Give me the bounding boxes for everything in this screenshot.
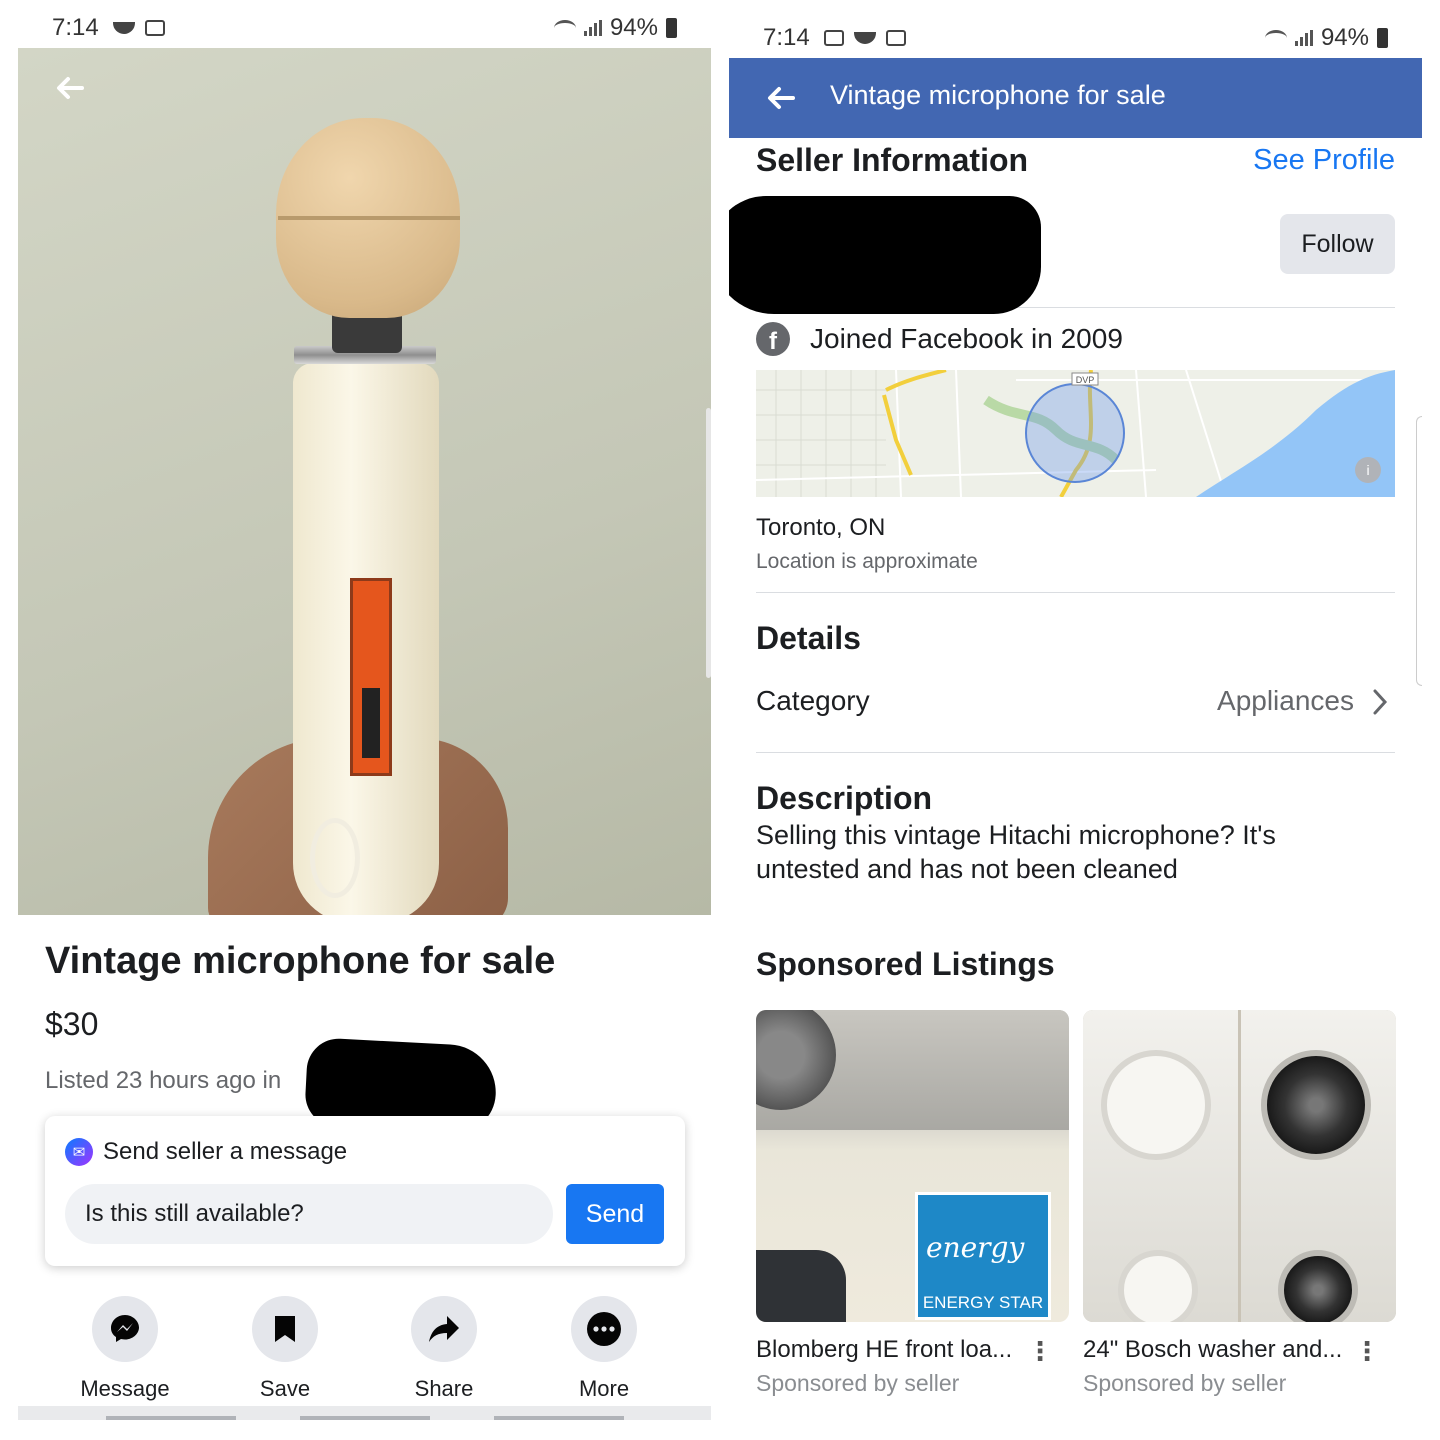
wifi-icon [553,20,576,36]
location-note: Location is approximate [756,550,978,573]
sponsored-item-name: 24" Bosch washer and... [1083,1336,1343,1363]
see-profile-link[interactable]: See Profile [1253,144,1395,177]
listing-title: Vintage microphone for sale [45,940,556,982]
action-label: Share [414,1376,474,1401]
sponsored-item-name: Blomberg HE front loa... [756,1336,1013,1363]
notification-icons [112,20,165,36]
action-label: Save [259,1376,311,1401]
wifi-icon [1264,30,1287,46]
back-arrow-icon[interactable] [54,72,86,104]
bowl-icon [853,32,876,44]
ge-icon [885,30,906,46]
washer-photo: energy ENERGY STAR [756,1010,1069,1322]
facebook-icon: f [756,322,790,356]
washer-drum [1278,1250,1358,1322]
mic-switch-knob [362,688,380,758]
signal-icon [1294,30,1313,46]
image-icon [823,30,844,46]
dryer-door [1101,1050,1211,1160]
share-button[interactable]: Share [374,1296,514,1402]
message-card-header: ✉ Send seller a message [65,1138,347,1166]
sponsored-heading: Sponsored Listings [756,946,1055,982]
message-input[interactable] [65,1184,553,1244]
category-label: Category [756,685,870,716]
app-bar: Vintage microphone for sale [729,58,1422,138]
message-seller-card: ✉ Send seller a message Send [45,1116,685,1266]
divider [756,592,1395,593]
map-graphic: DVP i [756,370,1395,497]
description-heading: Description [756,780,933,816]
more-button[interactable]: More [534,1296,674,1402]
description-text: Selling this vintage Hitachi microphone?… [756,820,1276,884]
battery-icon [666,18,677,38]
messenger-icon: ✉ [65,1138,93,1166]
seller-heading: Seller Information [756,142,1029,178]
messenger-icon [92,1296,158,1362]
battery-percent: 94% [609,14,658,41]
tab-strip [18,1406,711,1420]
scroll-handle[interactable] [1416,416,1422,686]
send-button[interactable]: Send [566,1184,664,1244]
status-time: 7:14 [763,24,810,51]
sponsored-item-sub: Sponsored by seller [1083,1370,1287,1396]
redaction-mark [729,196,1041,314]
bookmark-icon [252,1296,318,1362]
share-icon [411,1296,477,1362]
action-label: More [578,1376,630,1401]
more-icon [571,1296,637,1362]
washer-dryer-photo [1083,1010,1396,1322]
energy-star-label: ENERGY STAR [922,1293,1044,1312]
ge-icon [144,20,165,36]
details-heading: Details [756,620,861,656]
washer-door-corner [756,1250,846,1322]
listing-screen: 7:14 94% Vintage microphone for sale $30… [18,0,711,1440]
sponsored-card[interactable]: 24" Bosch washer and... Sponsored by sel… [1083,1010,1396,1397]
scrollbar[interactable] [706,408,711,678]
dryer-drum [1261,1050,1371,1160]
energy-star-badge: energy ENERGY STAR [915,1192,1051,1320]
signal-icon [583,20,602,36]
listed-time: Listed 23 hours ago in [45,1067,282,1094]
battery-icon [1377,28,1388,48]
listing-photo[interactable] [18,48,711,915]
divider [756,752,1395,753]
washer-door [1118,1250,1198,1322]
mic-cord [310,818,360,898]
save-button[interactable]: Save [215,1296,355,1402]
back-arrow-icon[interactable] [765,82,797,114]
location-map[interactable]: DVP i [756,370,1395,497]
sponsored-item-sub: Sponsored by seller [756,1370,960,1396]
joined-row: f Joined Facebook in 2009 [756,322,1123,356]
status-right: 94% [553,14,677,42]
status-bar: 7:14 94% [729,14,1422,62]
follow-button[interactable]: Follow [1280,214,1395,274]
status-bar: 7:14 94% [18,4,711,52]
mic-groove [278,216,460,220]
battery-percent: 94% [1320,24,1369,51]
energy-star-word: energy [926,1231,1025,1264]
chevron-right-icon[interactable] [1372,688,1388,716]
action-bar: Message Save Share More [18,1296,711,1406]
seller-info-screen: 7:14 94% Vintage microphone for sale Sel… [729,0,1422,1440]
action-label: Message [80,1376,170,1401]
category-value[interactable]: Appliances [1217,685,1354,717]
app-bar-title: Vintage microphone for sale [830,80,1166,110]
sponsored-card[interactable]: energy ENERGY STAR Blomberg HE front loa… [756,1010,1069,1397]
status-right: 94% [1264,24,1388,52]
map-road-label: DVP [1076,375,1095,385]
location-city: Toronto, ON [756,514,886,541]
status-time: 7:14 [52,14,99,41]
notification-icons [823,30,906,46]
listing-price: $30 [45,1006,99,1042]
bowl-icon [112,22,135,34]
message-card-title: Send seller a message [103,1138,348,1165]
message-button[interactable]: Message [55,1296,195,1402]
joined-text: Joined Facebook in 2009 [810,323,1123,354]
more-vertical-icon[interactable]: ⋮ [1027,1336,1053,1367]
more-vertical-icon[interactable]: ⋮ [1354,1336,1380,1367]
svg-text:i: i [1366,462,1369,478]
